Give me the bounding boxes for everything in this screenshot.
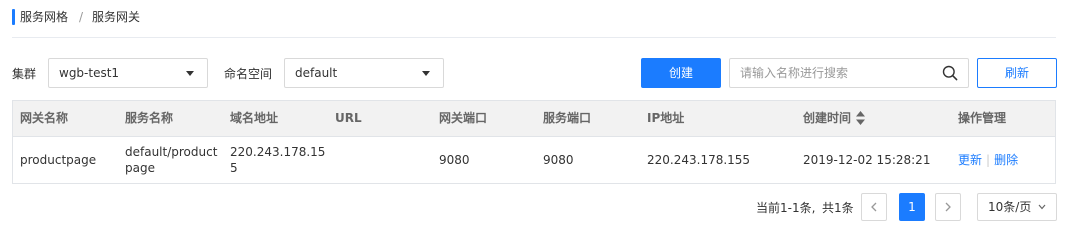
cell-domain-line2: 5 <box>230 161 238 175</box>
caret-down-icon <box>186 71 194 76</box>
create-button[interactable]: 创建 <box>641 58 721 88</box>
cell-created-time: 2019-12-02 15:28:21 <box>803 153 931 167</box>
column-header-ip: IP地址 <box>647 111 685 125</box>
namespace-label: 命名空间 <box>224 67 273 81</box>
cell-gateway-port: 9080 <box>439 153 470 167</box>
breadcrumb-separator: / <box>79 10 84 24</box>
pagination-summary: 当前1-1条, <box>756 201 816 215</box>
chevron-down-icon <box>1038 204 1046 210</box>
page-size-value: 10条/页 <box>988 200 1032 214</box>
prev-page-button[interactable] <box>861 193 887 221</box>
cell-service-name-line2: page <box>125 161 155 175</box>
cell-gateway-name: productpage <box>20 153 97 167</box>
chevron-right-icon <box>945 202 951 212</box>
page-size-select[interactable]: 10条/页 <box>977 193 1057 221</box>
page-number-button[interactable]: 1 <box>899 193 925 221</box>
column-header-gateway-port: 网关端口 <box>439 111 488 125</box>
cell-domain: 220.243.178.15 5 <box>230 144 326 176</box>
namespace-select[interactable]: default <box>284 58 444 88</box>
cluster-label: 集群 <box>12 67 37 81</box>
cluster-select[interactable]: wgb-test1 <box>48 58 208 88</box>
search-box <box>729 58 969 88</box>
caret-down-icon <box>422 71 430 76</box>
delete-link[interactable]: 删除 <box>994 153 1018 167</box>
search-input[interactable] <box>740 59 936 87</box>
gateway-table: 网关名称 服务名称 域名地址 URL 网关端口 服务端口 IP地址 创建时间 操… <box>12 100 1056 184</box>
column-header-created-time-label: 创建时间 <box>803 111 852 125</box>
column-header-actions: 操作管理 <box>958 111 1007 125</box>
breadcrumb-accent-bar <box>12 9 15 25</box>
search-icon[interactable] <box>942 65 958 81</box>
cluster-select-value: wgb-test1 <box>59 66 120 80</box>
cell-service-name-line1: default/product <box>125 145 218 159</box>
cell-service-name: default/product page <box>125 144 221 176</box>
sort-icon[interactable] <box>856 110 866 125</box>
table-row: productpage default/product page 220.243… <box>13 137 1055 184</box>
header-divider <box>12 37 1056 38</box>
breadcrumb-current: 服务网关 <box>92 10 141 24</box>
table-header: 网关名称 服务名称 域名地址 URL 网关端口 服务端口 IP地址 创建时间 操… <box>13 101 1055 137</box>
pagination-total: 共1条 <box>822 201 854 215</box>
cell-ip: 220.243.178.155 <box>647 153 751 167</box>
breadcrumb-parent-link[interactable]: 服务网格 <box>20 9 68 25</box>
column-header-service-name: 服务名称 <box>125 111 174 125</box>
update-link[interactable]: 更新 <box>958 153 982 167</box>
refresh-button[interactable]: 刷新 <box>977 58 1057 88</box>
cell-domain-line1: 220.243.178.15 <box>230 145 326 159</box>
cell-actions: 更新 | 删除 <box>958 152 1018 168</box>
chevron-left-icon <box>871 202 877 212</box>
column-header-url: URL <box>335 111 362 125</box>
column-header-gateway-name: 网关名称 <box>20 111 69 125</box>
cell-service-port: 9080 <box>543 153 574 167</box>
column-header-domain: 域名地址 <box>230 111 279 125</box>
next-page-button[interactable] <box>935 193 961 221</box>
column-header-created-time[interactable]: 创建时间 <box>803 101 866 136</box>
action-separator: | <box>986 153 991 167</box>
column-header-service-port: 服务端口 <box>543 111 592 125</box>
namespace-select-value: default <box>295 66 338 80</box>
